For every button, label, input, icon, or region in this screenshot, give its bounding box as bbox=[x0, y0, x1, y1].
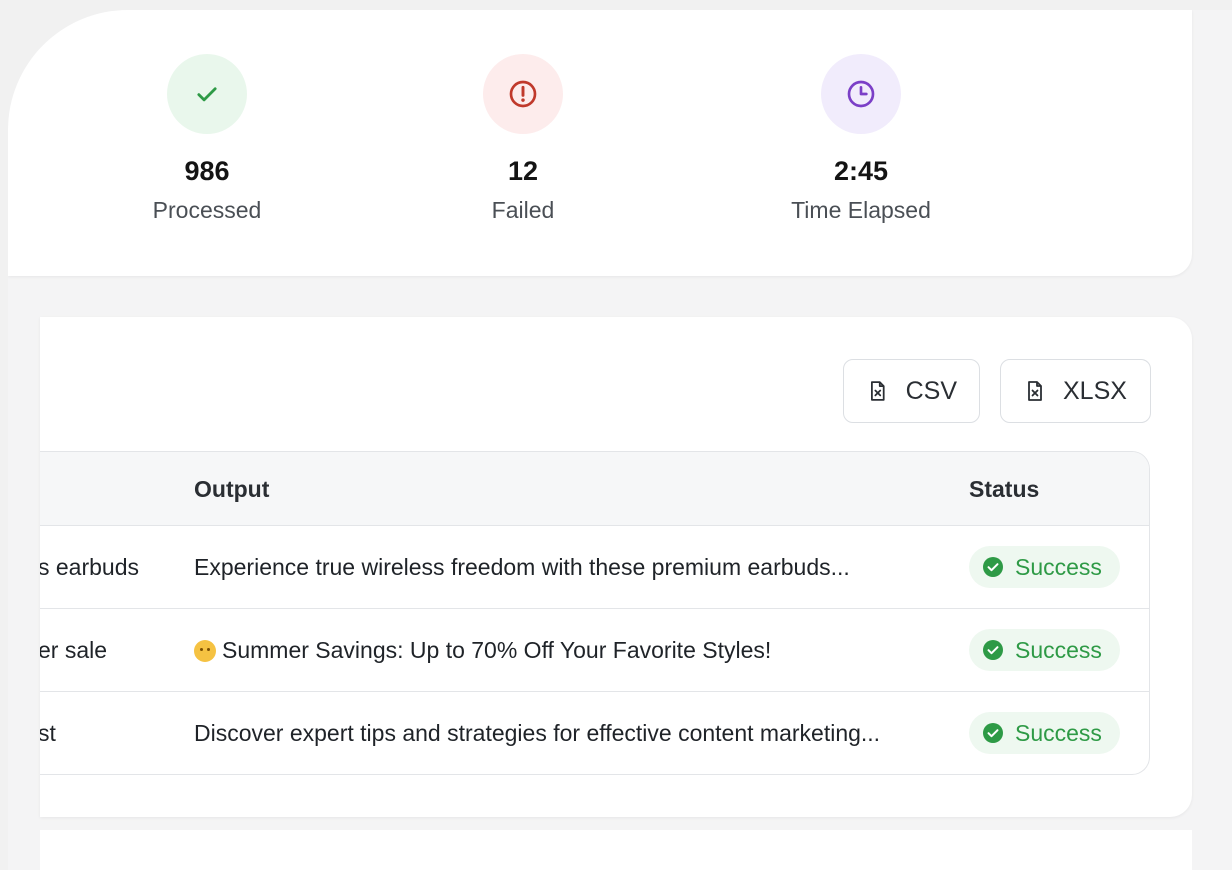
elapsed-icon-badge bbox=[821, 54, 901, 134]
status-badge: Success bbox=[969, 629, 1120, 671]
file-spreadsheet-icon bbox=[1028, 381, 1042, 401]
output-text: Experience true wireless freedom with th… bbox=[194, 554, 850, 580]
results-table: Output Status s earbuds Experience true … bbox=[40, 451, 1150, 775]
processed-icon-badge bbox=[167, 54, 247, 134]
status-text: Success bbox=[1015, 719, 1102, 746]
status-badge: Success bbox=[969, 546, 1120, 588]
input-cell: er sale bbox=[40, 637, 108, 663]
smile-emoji-icon bbox=[194, 639, 216, 662]
output-text: Discover expert tips and strategies for … bbox=[194, 720, 881, 746]
input-cell: s earbuds bbox=[40, 554, 140, 580]
status-text: Success bbox=[1015, 553, 1102, 580]
check-circle-icon bbox=[983, 640, 1003, 660]
column-header-status[interactable]: Status bbox=[969, 476, 1039, 503]
results-card: CSV XLSX Output Status s earbuds Experie… bbox=[40, 317, 1192, 817]
status-badge: Success bbox=[969, 712, 1120, 754]
file-spreadsheet-icon bbox=[871, 381, 885, 401]
alert-circle-icon bbox=[509, 80, 537, 108]
output-cell: Summer Savings: Up to 70% Off Your Favor… bbox=[194, 637, 771, 664]
failed-label: Failed bbox=[491, 197, 555, 223]
next-card-edge bbox=[40, 830, 1192, 870]
table-row[interactable]: st Discover expert tips and strategies f… bbox=[40, 692, 1149, 774]
stat-failed: 12 Failed bbox=[393, 54, 653, 224]
export-xlsx-label: XLSX bbox=[1063, 376, 1127, 405]
export-xlsx-button[interactable]: XLSX bbox=[1000, 359, 1151, 423]
export-csv-button[interactable]: CSV bbox=[843, 359, 980, 423]
table-row[interactable]: s earbuds Experience true wireless freed… bbox=[40, 526, 1149, 609]
column-header-output[interactable]: Output bbox=[194, 476, 269, 503]
check-circle-icon bbox=[983, 723, 1003, 743]
table-header: Output Status bbox=[40, 452, 1149, 526]
failed-count: 12 bbox=[507, 156, 539, 186]
status-text: Success bbox=[1015, 636, 1102, 663]
input-cell: st bbox=[40, 720, 56, 746]
output-cell: Experience true wireless freedom with th… bbox=[194, 554, 850, 581]
app-viewport: 986 Processed 12 Failed 2:45 Time Elapse… bbox=[8, 10, 1232, 870]
check-icon bbox=[197, 87, 217, 102]
processed-count: 986 bbox=[184, 156, 230, 186]
failed-icon-badge bbox=[483, 54, 563, 134]
processed-label: Processed bbox=[152, 197, 262, 223]
stat-processed: 986 Processed bbox=[77, 54, 337, 224]
clock-icon bbox=[847, 80, 875, 108]
check-circle-icon bbox=[983, 557, 1003, 577]
output-cell: Discover expert tips and strategies for … bbox=[194, 720, 880, 747]
export-csv-label: CSV bbox=[905, 376, 957, 405]
output-text: Summer Savings: Up to 70% Off Your Favor… bbox=[222, 637, 772, 663]
stat-time-elapsed: 2:45 Time Elapsed bbox=[731, 54, 991, 224]
table-row[interactable]: er sale Summer Savings: Up to 70% Off Yo… bbox=[40, 609, 1149, 692]
elapsed-time: 2:45 bbox=[833, 156, 889, 186]
elapsed-label: Time Elapsed bbox=[791, 197, 931, 223]
stats-card: 986 Processed 12 Failed 2:45 Time Elapse… bbox=[8, 10, 1192, 276]
